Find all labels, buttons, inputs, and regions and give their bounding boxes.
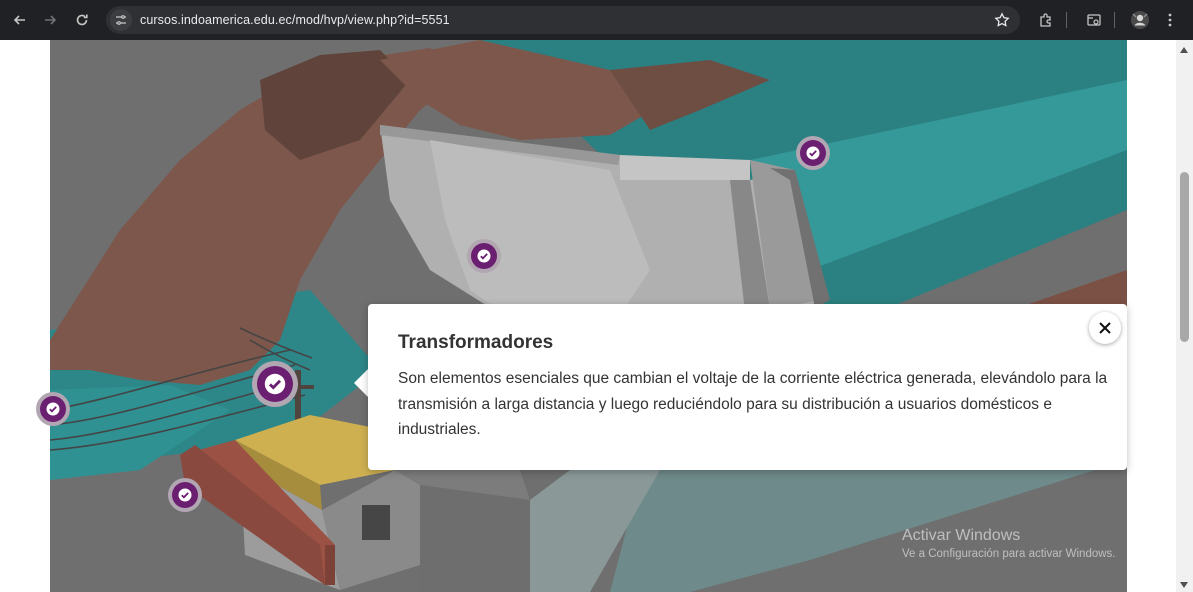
close-icon: [1099, 322, 1111, 334]
scrollbar-thumb[interactable]: [1180, 172, 1189, 342]
checkmark-icon: [806, 146, 820, 160]
hotspot-popup: Transformadores Son elementos esenciales…: [368, 304, 1127, 470]
scroll-down-arrow[interactable]: [1180, 582, 1188, 588]
hotspot-reservoir[interactable]: [796, 136, 830, 170]
browser-toolbar: cursos.indoamerica.edu.ec/mod/hvp/view.p…: [0, 0, 1193, 40]
address-bar[interactable]: cursos.indoamerica.edu.ec/mod/hvp/view.p…: [106, 6, 1020, 34]
tune-icon: [116, 15, 126, 25]
popup-close-button[interactable]: [1089, 312, 1121, 344]
tab-search-icon: [1087, 14, 1101, 26]
extensions-button[interactable]: [1034, 8, 1058, 32]
checkmark-icon: [477, 249, 491, 263]
windows-activation-watermark: Activar Windows Ve a Configuración para …: [902, 527, 1116, 560]
popup-body: Son elementos esenciales que cambian el …: [398, 370, 1108, 438]
url-text[interactable]: cursos.indoamerica.edu.ec/mod/hvp/view.p…: [140, 13, 450, 27]
toolbar-divider: [1114, 12, 1115, 28]
arrow-right-icon: [45, 15, 57, 25]
avatar-icon: [1131, 11, 1149, 29]
checkmark-icon: [264, 373, 286, 395]
kebab-menu-icon: [1168, 13, 1172, 27]
watermark-title: Activar Windows: [902, 527, 1021, 544]
tab-search-button[interactable]: [1082, 8, 1106, 32]
bookmark-button[interactable]: [990, 8, 1014, 32]
profile-button[interactable]: [1128, 8, 1152, 32]
reload-button[interactable]: [70, 8, 94, 32]
browser-menu-button[interactable]: [1158, 8, 1182, 32]
arrow-left-icon: [13, 15, 25, 25]
back-button[interactable]: [8, 8, 32, 32]
forward-button[interactable]: [38, 8, 62, 32]
hotspot-transformers[interactable]: [252, 361, 298, 407]
checkmark-icon: [178, 488, 192, 502]
popup-pointer: [354, 369, 368, 397]
hotspot-power-lines[interactable]: [36, 392, 70, 426]
hotspot-powerhouse[interactable]: [168, 478, 202, 512]
popup-title: Transformadores: [398, 332, 554, 353]
scroll-up-arrow[interactable]: [1180, 47, 1188, 53]
site-info-button[interactable]: [110, 9, 132, 31]
watermark-subtitle: Ve a Configuración para activar Windows.: [902, 548, 1116, 560]
reload-icon: [76, 14, 88, 26]
star-icon: [994, 12, 1010, 27]
hotspot-dam-wall[interactable]: [467, 239, 501, 273]
puzzle-icon: [1040, 13, 1051, 27]
checkmark-icon: [46, 402, 60, 416]
toolbar-divider: [1066, 12, 1067, 28]
